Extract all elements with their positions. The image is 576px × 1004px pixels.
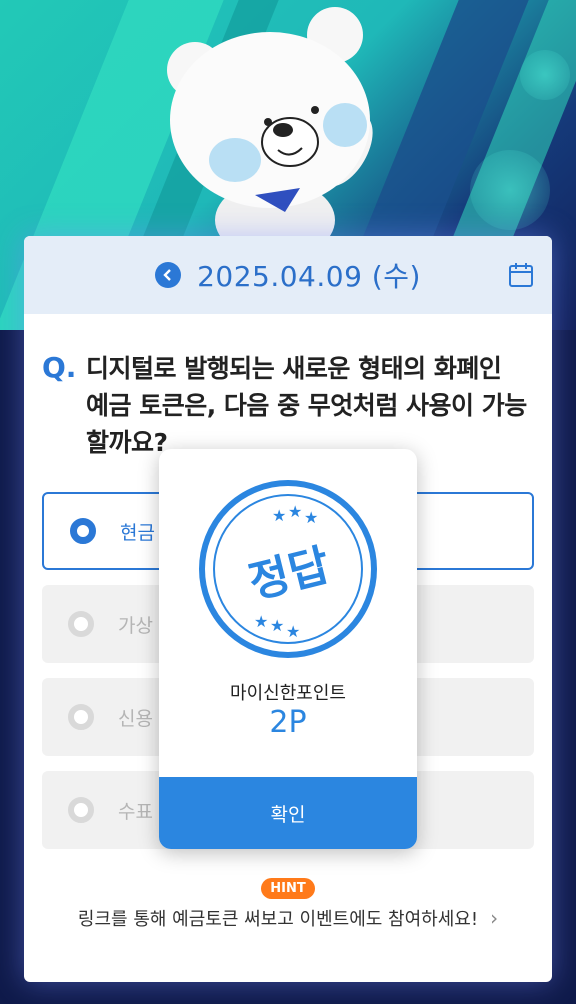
correct-stamp: ★ ★ ★ ★ ★ ★ 정답 [199,480,377,658]
calendar-icon[interactable] [508,262,534,288]
previous-date-button[interactable] [155,262,182,288]
question: Q. 디지털로 발행되는 새로운 형태의 화폐인 예금 토큰은, 다음 중 무엇… [24,314,552,461]
answer-option-label: 수표 [118,800,153,823]
svg-text:★: ★ [270,616,284,635]
points-label: 마이신한포인트 [230,683,346,704]
hint-link[interactable]: 링크를 통해 예금토큰 써보고 이벤트에도 참여하세요! › [24,905,552,931]
answer-option-label: 가상 [118,614,153,637]
stamp-text: 정답 [244,540,335,609]
question-text: 디지털로 발행되는 새로운 형태의 화폐인 예금 토큰은, 다음 중 무엇처럼 … [86,354,527,457]
radio-icon [68,704,94,730]
chevron-left-icon [163,269,171,281]
radio-icon [68,611,94,637]
svg-text:★: ★ [304,508,318,527]
question-mark: Q. [42,351,77,384]
confirm-button[interactable]: 확인 [159,777,417,849]
svg-text:★: ★ [286,622,300,641]
points-value: 2P [269,705,307,740]
date-bar: 2025.04.09 (수) [24,236,552,314]
radio-icon [70,518,96,544]
hint-section: HINT 링크를 통해 예금토큰 써보고 이벤트에도 참여하세요! › [24,877,552,931]
svg-text:★: ★ [288,502,302,521]
chevron-right-icon: › [490,906,499,930]
hint-badge: HINT [261,878,315,899]
answer-option-label: 현금 [120,521,155,544]
quiz-date: 2025.04.09 (수) [197,260,421,293]
hint-text: 링크를 통해 예금토큰 써보고 이벤트에도 참여하세요! [77,909,479,930]
radio-icon [68,797,94,823]
answer-option-label: 신용 [118,707,153,730]
svg-text:★: ★ [272,506,286,525]
bear-mascot [167,7,373,240]
svg-text:★: ★ [254,612,268,631]
result-popup: ★ ★ ★ ★ ★ ★ 정답 마이신한포인트 2P 확인 [159,449,417,849]
